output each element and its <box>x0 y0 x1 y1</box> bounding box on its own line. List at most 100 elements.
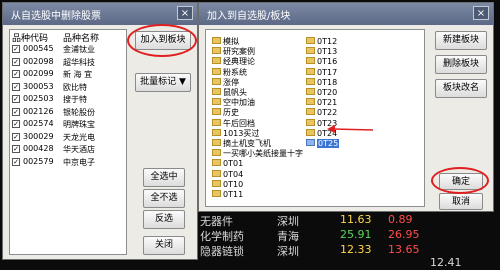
tree-item-label: 摘土机变飞机 <box>223 139 271 148</box>
deselect-all-button[interactable]: 全不选 <box>143 189 185 208</box>
tree-item-label: 涨停 <box>223 77 239 87</box>
stock-code: 002098 <box>23 56 54 66</box>
folder-icon <box>212 88 221 95</box>
row-checkbox[interactable]: ✓ <box>12 107 20 116</box>
arrow-annotation-icon <box>327 125 374 133</box>
stock-row[interactable]: ✓ 300029 天龙光电 <box>12 132 122 144</box>
delete-block-button[interactable]: 删除板块 <box>435 55 487 74</box>
row-checkbox[interactable]: ✓ <box>12 132 20 141</box>
stock-row[interactable]: ✓ 002503 搜于特 <box>12 94 122 106</box>
tree-item-label: 0T10 <box>223 179 244 189</box>
select-all-button[interactable]: 全选中 <box>143 168 185 187</box>
folder-icon <box>212 139 221 146</box>
folder-icon <box>306 128 315 136</box>
stock-code: 002503 <box>23 94 54 103</box>
tree-item-label: 空中加油 <box>223 98 255 108</box>
block-tree[interactable]: 模拟 研究案例 经典理论 粉系统 涨停 鼠帆头 空中加油 历史 午后回档 1013买过 摘土机变飞机… <box>205 29 425 207</box>
folder-icon <box>212 169 221 177</box>
tree-item-label: 0T25 <box>317 139 340 148</box>
batch-mark-button[interactable]: 批量标记 ▼ <box>135 73 191 92</box>
tree-item-label: 0T16 <box>317 57 338 67</box>
folder-icon <box>212 37 221 44</box>
stock-code: 002574 <box>23 119 54 128</box>
bg-value: 0.89 <box>388 213 413 226</box>
tree-item-label: 0T01 <box>223 159 244 169</box>
stock-list-header: 品种代码 品种名称 <box>10 30 126 44</box>
row-checkbox[interactable]: ✓ <box>12 157 20 166</box>
stock-code: 300029 <box>23 131 54 141</box>
folder-icon <box>306 57 315 65</box>
folder-icon <box>306 47 315 55</box>
stock-row[interactable]: ✓ 002126 银轮股份 <box>12 107 122 119</box>
row-checkbox[interactable]: ✓ <box>12 120 20 128</box>
invert-selection-button[interactable]: 反选 <box>143 210 185 229</box>
tree-item-label: 0T17 <box>317 67 338 77</box>
stock-name: 搜于特 <box>63 95 87 104</box>
folder-icon <box>306 98 315 106</box>
folder-icon <box>212 67 221 75</box>
bg-value: 11.63 <box>340 213 372 226</box>
folder-icon <box>212 179 221 187</box>
folder-icon <box>212 57 221 65</box>
row-checkbox[interactable]: ✓ <box>12 82 20 91</box>
row-checkbox[interactable]: ✓ <box>12 45 20 53</box>
close-button[interactable]: 关闭 <box>143 236 185 255</box>
stock-row[interactable]: ✓ 002098 超华科技 <box>12 57 122 69</box>
bg-city: 青海 <box>277 230 299 243</box>
tree-item-label: 一买哪小美纸接量十字 <box>223 149 303 159</box>
tree-item-label: 鼠帆头 <box>223 88 247 97</box>
folder-icon <box>306 118 315 126</box>
folder-icon <box>212 77 221 85</box>
bg-value: 12.41 <box>430 256 462 269</box>
row-checkbox[interactable]: ✓ <box>12 95 20 103</box>
stock-name: 欧比特 <box>63 82 87 92</box>
folder-icon <box>306 88 315 95</box>
block-dialog-titlebar[interactable]: 加入到自选股/板块 × <box>199 3 493 25</box>
stock-code: 000428 <box>23 144 54 153</box>
stock-name: 新 海 宜 <box>63 70 93 79</box>
stock-row[interactable]: ✓ 002574 明牌珠宝 <box>12 119 122 131</box>
name-column-header: 品种名称 <box>63 34 100 44</box>
folder-icon <box>306 67 315 75</box>
stock-list[interactable]: 品种代码 品种名称 ✓ 000545 金浦钛业 ✓ 002098 超华科技 ✓ 002099 新… <box>9 29 127 255</box>
bg-row: 无器件 深圳 11.63 0.89 <box>200 213 500 228</box>
stock-row[interactable]: ✓ 000545 金浦钛业 <box>12 44 122 56</box>
stock-row[interactable]: ✓ 000428 华天酒店 <box>12 144 122 156</box>
block-dialog-title: 加入到自选股/板块 <box>207 11 291 22</box>
stock-code: 000545 <box>23 44 54 53</box>
cancel-button[interactable]: 取消 <box>439 193 483 210</box>
bg-city: 深圳 <box>277 215 299 228</box>
row-checkbox[interactable]: ✓ <box>12 70 20 78</box>
tree-item-label: 0T21 <box>317 98 338 108</box>
bg-value: 25.91 <box>340 228 372 241</box>
bg-name: 化学制药 <box>200 230 244 243</box>
tree-item[interactable]: 0T11 <box>212 189 243 201</box>
close-icon[interactable]: × <box>177 6 193 20</box>
bg-value: 12.33 <box>340 243 372 256</box>
rename-block-button[interactable]: 板块改名 <box>435 79 487 98</box>
stock-dialog-titlebar[interactable]: 从自选股中删除股票 × <box>3 3 197 25</box>
folder-icon <box>306 37 315 44</box>
folder-icon <box>212 108 221 116</box>
bg-value: 26.95 <box>388 228 420 241</box>
stock-name: 中京电子 <box>63 157 95 167</box>
bg-value: 13.65 <box>388 243 420 256</box>
tree-item[interactable]: 0T25 <box>306 138 340 150</box>
folder-icon <box>212 128 221 136</box>
bg-row: 化学制药 青海 25.91 26.95 <box>200 228 500 243</box>
tree-item-label: 经典理论 <box>223 57 255 67</box>
folder-icon <box>212 190 221 197</box>
stock-row[interactable]: ✓ 002579 中京电子 <box>12 157 122 169</box>
close-icon[interactable]: × <box>473 6 489 20</box>
stock-code: 002099 <box>23 69 54 78</box>
tree-item-label: 0T18 <box>317 77 338 87</box>
tree-item-label: 0T20 <box>317 88 338 97</box>
new-block-button[interactable]: 新建板块 <box>435 31 487 50</box>
folder-icon <box>212 118 221 126</box>
row-checkbox[interactable]: ✓ <box>12 145 20 153</box>
stock-row[interactable]: ✓ 300053 欧比特 <box>12 82 122 94</box>
row-checkbox[interactable]: ✓ <box>12 57 20 66</box>
highlight-ellipse <box>127 24 197 57</box>
stock-row[interactable]: ✓ 002099 新 海 宜 <box>12 69 122 81</box>
tree-item-label: 模拟 <box>223 37 239 46</box>
